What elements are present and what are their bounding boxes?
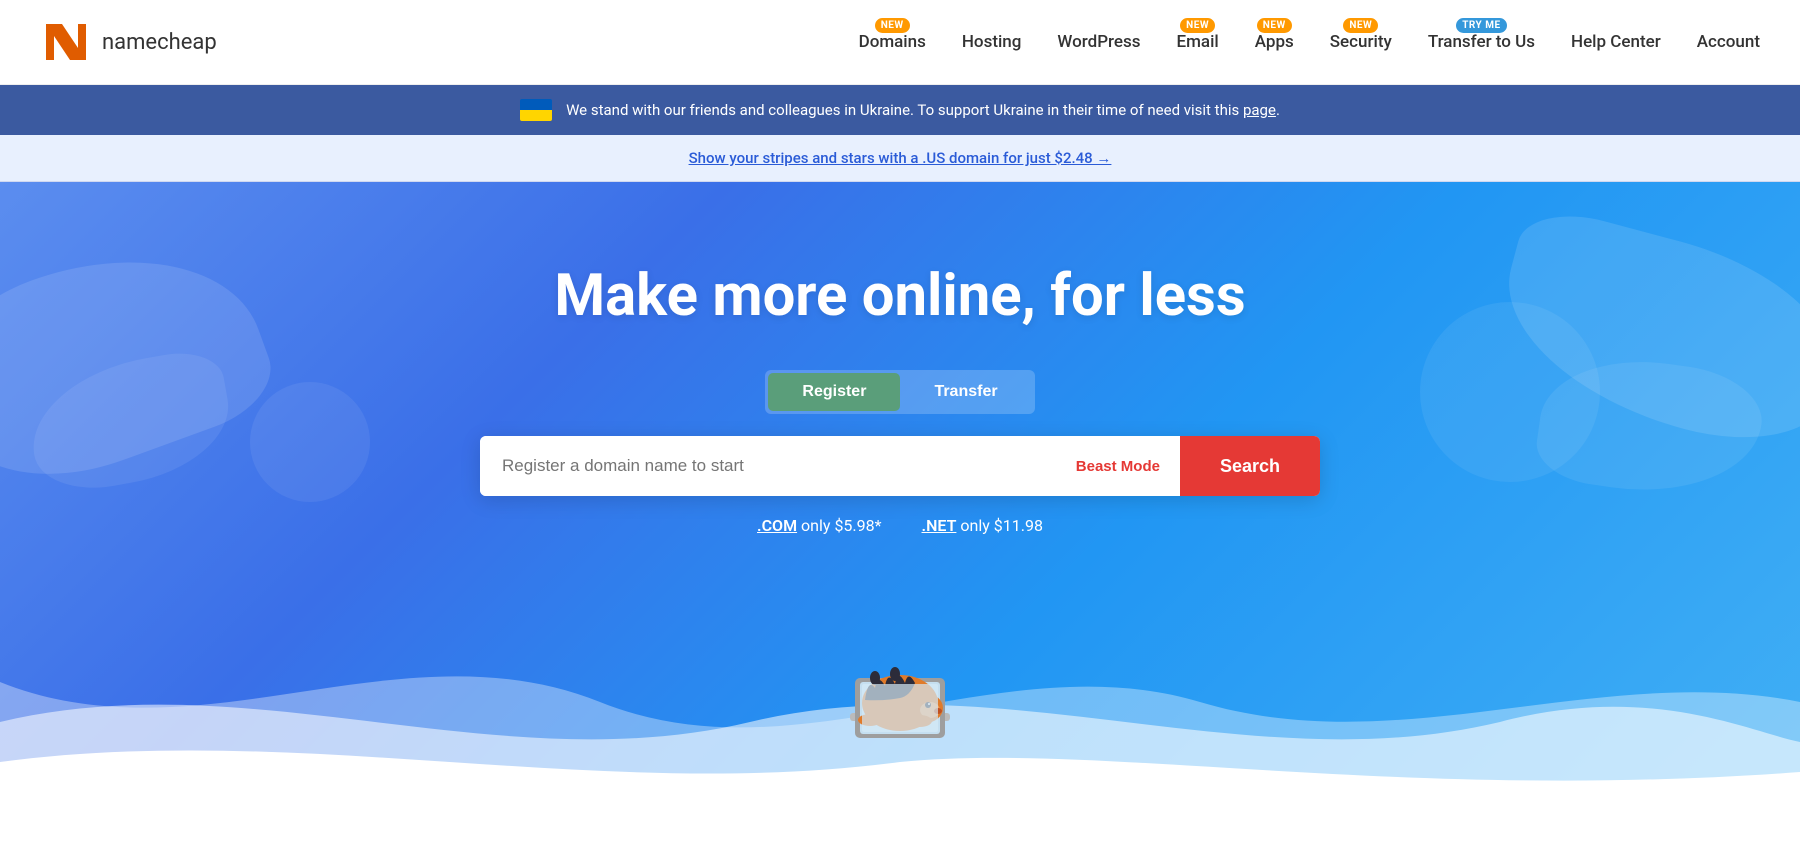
- main-nav: NEW Domains Hosting WordPress NEW Email …: [859, 32, 1760, 52]
- ukraine-flag-icon: [520, 99, 552, 121]
- promo-link[interactable]: Show your stripes and stars with a .US d…: [689, 149, 1112, 167]
- nav-label-hosting: Hosting: [962, 32, 1022, 52]
- circle-bg1-decoration: [1420, 302, 1600, 482]
- com-price: only $5.98*: [801, 516, 881, 535]
- hedgehog-mascot-icon: [820, 628, 980, 758]
- net-price-link[interactable]: .NET only $11.98: [922, 516, 1043, 535]
- ukraine-page-link[interactable]: page: [1243, 101, 1276, 119]
- nav-item-apps[interactable]: NEW Apps: [1255, 32, 1294, 52]
- transfer-badge: TRY ME: [1456, 18, 1506, 33]
- search-button[interactable]: Search: [1180, 436, 1320, 496]
- nav-label-wordpress: WordPress: [1057, 32, 1140, 52]
- nav-label-apps: Apps: [1255, 32, 1294, 52]
- net-price: only $11.98: [960, 516, 1043, 535]
- net-extension: .NET: [922, 516, 957, 535]
- nav-label-security: Security: [1330, 32, 1392, 52]
- logo-text: namecheap: [102, 30, 217, 55]
- mascot-area: [820, 628, 980, 762]
- register-tab[interactable]: Register: [768, 373, 900, 411]
- nav-item-domains[interactable]: NEW Domains: [859, 32, 926, 52]
- search-tab-row: Register Transfer: [765, 370, 1034, 414]
- nav-label-account: Account: [1697, 32, 1760, 52]
- ukraine-text: We stand with our friends and colleagues…: [566, 101, 1280, 119]
- beast-mode-button[interactable]: Beast Mode: [1056, 436, 1180, 496]
- hero-content: Make more online, for less Register Tran…: [480, 182, 1320, 535]
- nav-item-security[interactable]: NEW Security: [1330, 32, 1392, 52]
- nav-label-transfer: Transfer to Us: [1428, 32, 1535, 52]
- nav-label-email: Email: [1177, 32, 1219, 52]
- namecheap-logo-icon: [40, 16, 92, 68]
- com-extension: .COM: [757, 516, 797, 535]
- nav-item-wordpress[interactable]: WordPress: [1057, 32, 1140, 52]
- apps-badge: NEW: [1257, 18, 1292, 33]
- nav-item-transfer[interactable]: TRY ME Transfer to Us: [1428, 32, 1535, 52]
- com-price-link[interactable]: .COM only $5.98*: [757, 516, 881, 535]
- nav-item-hosting[interactable]: Hosting: [962, 32, 1022, 52]
- nav-label-help: Help Center: [1571, 32, 1661, 52]
- ukraine-banner: We stand with our friends and colleagues…: [0, 85, 1800, 135]
- nav-item-email[interactable]: NEW Email: [1177, 32, 1219, 52]
- hero-title: Make more online, for less: [554, 262, 1245, 330]
- hero-section: Make more online, for less Register Tran…: [0, 182, 1800, 822]
- nav-item-account[interactable]: Account: [1697, 32, 1760, 52]
- promo-banner: Show your stripes and stars with a .US d…: [0, 135, 1800, 182]
- security-badge: NEW: [1343, 18, 1378, 33]
- domain-search-input[interactable]: [480, 436, 1056, 496]
- header: namecheap NEW Domains Hosting WordPress …: [0, 0, 1800, 85]
- domain-search-bar: Beast Mode Search: [480, 436, 1320, 496]
- transfer-tab[interactable]: Transfer: [900, 373, 1031, 411]
- nav-item-help[interactable]: Help Center: [1571, 32, 1661, 52]
- nav-label-domains: Domains: [859, 32, 926, 52]
- domains-badge: NEW: [875, 18, 910, 33]
- email-badge: NEW: [1180, 18, 1215, 33]
- price-links-row: .COM only $5.98* .NET only $11.98: [757, 516, 1043, 535]
- logo-link[interactable]: namecheap: [40, 16, 217, 68]
- circle-bg2-decoration: [250, 382, 370, 502]
